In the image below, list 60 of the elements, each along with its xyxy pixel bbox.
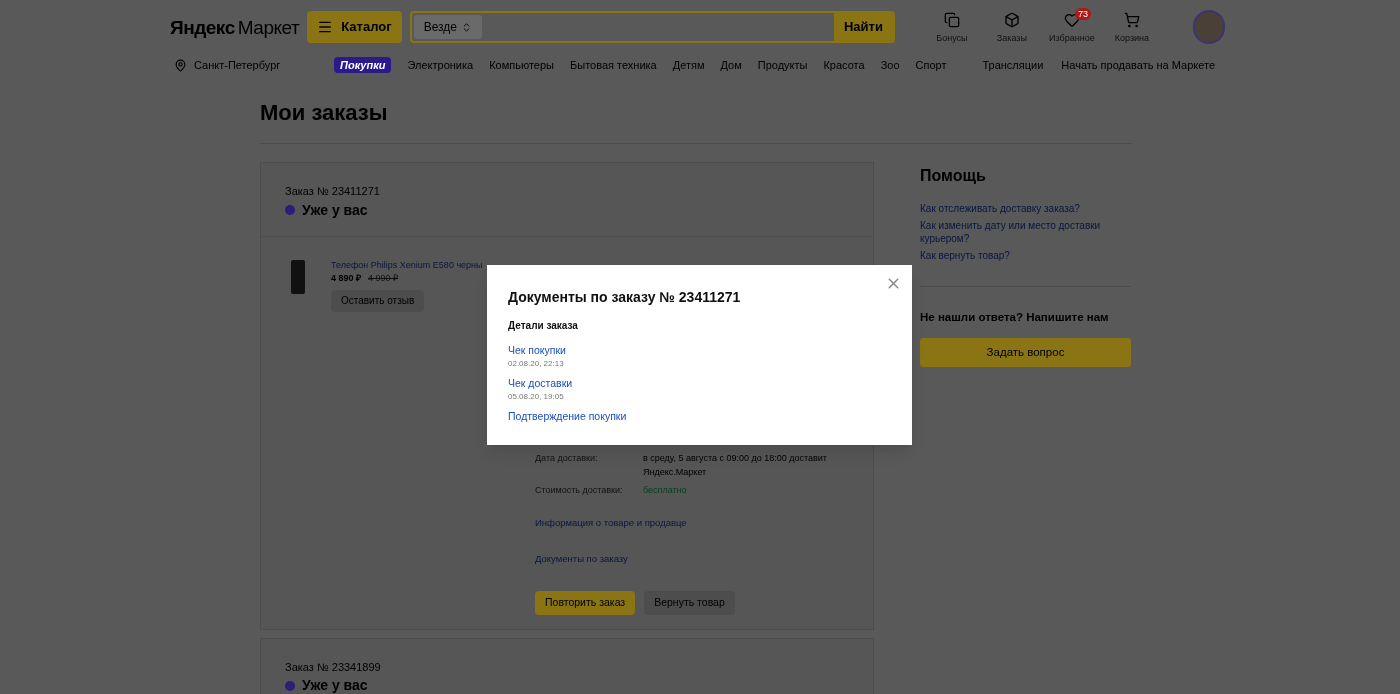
header-link[interactable]: Трансляции — [982, 56, 1044, 74]
document-link[interactable]: Подтверждение покупки — [508, 410, 627, 422]
order-link[interactable]: Информация о товаре и продавце — [535, 516, 687, 528]
cart-icon — [1123, 12, 1140, 29]
user-nav-item[interactable]: Корзина — [1104, 8, 1159, 46]
section-title: Детали заказа — [508, 319, 579, 333]
phone-image — [291, 259, 305, 294]
old-price: 4 990 ₽ — [368, 272, 399, 285]
user-nav-item[interactable]: Заказы — [984, 8, 1039, 46]
product-price: 4 890 ₽ — [331, 272, 362, 285]
search-button[interactable]: Найти — [833, 13, 893, 41]
detail-label: Стоимость доставки: — [535, 483, 624, 497]
user-nav-item[interactable]: Бонусы — [924, 8, 979, 46]
box-icon — [1003, 12, 1020, 29]
help-title: Помощь — [920, 166, 987, 186]
category-link[interactable]: Бытовая техника — [570, 56, 657, 74]
help-link[interactable]: Как отслеживать доставку заказа? — [920, 202, 1131, 215]
header-link[interactable]: Начать продавать на Маркете — [1061, 56, 1215, 74]
document-link[interactable]: Чек покупки — [508, 344, 566, 356]
contact-title: Не нашли ответа? Напишите нам — [920, 310, 1110, 325]
search-scope-select[interactable]: Везде — [413, 15, 482, 39]
ask-question-button[interactable]: Задать вопрос — [920, 338, 1131, 368]
catalog-button[interactable]: Каталог — [307, 11, 402, 43]
order-number: Заказ № 23411271 — [285, 184, 381, 199]
review-button[interactable]: Оставить отзыв — [331, 289, 425, 312]
help-link[interactable]: Как изменить дату или место доставки курьером? — [920, 219, 1131, 245]
order-number: Заказ № 23341899 — [285, 659, 382, 675]
location-pin-icon — [174, 58, 187, 72]
document-date: 02.08.20, 22:13 — [508, 360, 565, 368]
menu-icon — [317, 19, 334, 35]
document-link[interactable]: Чек доставки — [508, 377, 573, 389]
detail-label: Дата доставки: — [535, 451, 599, 465]
cards-icon — [943, 12, 960, 29]
document-date: 05.08.20, 19:05 — [508, 393, 565, 401]
order-link[interactable]: Документы по заказу — [535, 552, 628, 564]
detail-value: бесплатно — [643, 483, 687, 497]
order-status: Уже у вас — [302, 678, 368, 693]
order-action-button[interactable]: Повторить заказ — [535, 590, 636, 615]
detail-value: в среду, 5 августа с 09:00 до 18:00 доставит Яндекс.Маркет — [643, 451, 828, 479]
logo[interactable]: Яндекс Маркет — [170, 17, 300, 37]
help-link[interactable]: Как вернуть товар? — [920, 249, 1131, 262]
order-action-button[interactable]: Вернуть товар — [644, 590, 735, 615]
category-link[interactable]: Зоо — [880, 56, 900, 74]
page-title: Мои заказы — [260, 96, 1132, 144]
category-link[interactable]: Продукты — [757, 56, 808, 74]
category-link[interactable]: Дом — [720, 56, 742, 74]
heart-icon — [1063, 12, 1080, 29]
count-badge: 73 — [1074, 8, 1091, 21]
category-link[interactable]: Спорт — [915, 56, 947, 74]
search-field[interactable]: Везде Найти — [409, 11, 895, 43]
city-link[interactable]: Санкт-Петербург — [194, 56, 334, 74]
dialog-title: Документы по заказу № 23411271 — [508, 288, 742, 307]
category-link[interactable]: Детям — [672, 56, 705, 74]
category-link[interactable]: Электроника — [407, 56, 474, 74]
category-link[interactable]: Покупки — [334, 57, 392, 73]
order-status: Уже у вас — [302, 202, 368, 218]
product-link[interactable]: Телефон Philips Xenium E580 черны — [331, 258, 483, 272]
user-nav-item[interactable]: Избранное 73 — [1044, 8, 1099, 46]
category-link[interactable]: Красота — [823, 56, 865, 74]
category-link[interactable]: Компьютеры — [489, 56, 554, 74]
